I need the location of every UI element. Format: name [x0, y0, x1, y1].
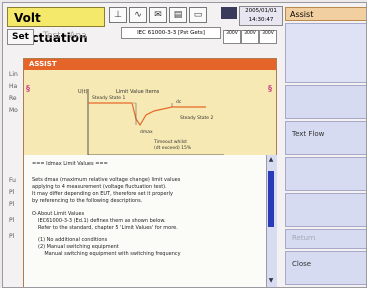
bg-label: Re	[9, 95, 17, 102]
bookmark-icon-right: §	[268, 84, 272, 93]
page-title: Volt fluctuation	[7, 7, 105, 45]
main-window: Volt fluctuation ⊥ ∿ ✉ ▤ ▭ 2005/01/01 14…	[2, 2, 367, 288]
datetime: 2005/01/01 14:30:47	[239, 6, 283, 26]
range-box-1: 300V	[223, 30, 241, 44]
steady1-label: Steady State 1	[92, 95, 125, 101]
side-panel-header: Assist	[285, 7, 366, 21]
range-box-3: 300V	[259, 30, 277, 44]
envelope-icon[interactable]: ✉	[149, 7, 167, 23]
return-button[interactable]: Return	[285, 229, 366, 249]
limit-values-diagram: U(t) Limit Value Items Steady State 1 dm…	[78, 89, 224, 156]
scrollbar-thumb[interactable]	[268, 171, 274, 227]
text-line: Sets dmax (maximum relative voltage chan…	[32, 177, 181, 183]
bg-label: Lin	[9, 71, 18, 78]
scroll-up-icon[interactable]: ▲	[267, 156, 275, 164]
text-line: IEC61000-3-3 (Ed.1) defines them as show…	[38, 218, 166, 224]
battery-icon	[221, 7, 237, 19]
text-flow-button[interactable]: Text Flow	[285, 121, 366, 155]
date-text: 2005/01/01	[245, 8, 277, 14]
text-line: applying to 4 measurement (voltage fluct…	[32, 184, 167, 190]
bg-label: Fu	[9, 177, 16, 184]
dmax-label: dmax	[140, 129, 153, 135]
close-button[interactable]: Close	[285, 251, 366, 285]
bg-label: Pl	[9, 233, 15, 240]
side-panel-blank	[285, 23, 366, 83]
assist-diagram-area: § § U(t) Limit Value Items Steady State …	[24, 70, 276, 156]
assist-dialog: ASSIST § § U(t) Limit Value Items Steady…	[23, 58, 277, 287]
side-button-3[interactable]	[285, 157, 366, 191]
chart-icon[interactable]: ▤	[169, 7, 187, 23]
bookmark-icon: §	[26, 84, 30, 93]
tab-test-analysis[interactable]: Test · Ana	[39, 29, 91, 43]
text-line: (2) Manual switching equipment	[38, 244, 119, 250]
text-line: O·About Limit Values	[32, 211, 85, 217]
bg-label: Mo	[9, 107, 18, 114]
text-line: === Idmax Limit Values ===	[32, 161, 108, 167]
bg-label: Pl	[9, 189, 15, 196]
bg-label: Pl	[9, 201, 15, 208]
range-box-2: 300V	[241, 30, 259, 44]
timeout-label-2: (dt exceed) 15%	[154, 145, 192, 151]
tab-set[interactable]: Set	[7, 29, 34, 45]
side-button-1[interactable]	[285, 85, 366, 119]
bg-label: Pl	[9, 217, 15, 224]
diagram-caption: Limit Value Items	[116, 89, 160, 95]
text-line: (1) No additional conditions	[38, 237, 108, 243]
text-line: Manual switching equipment with switchin…	[38, 251, 181, 257]
timeout-label: Timeout whilst	[153, 139, 187, 145]
dc-label: dc	[176, 99, 182, 105]
time-text: 14:30:47	[248, 17, 274, 23]
voltage-curve	[88, 102, 206, 127]
assist-title-bar: ASSIST	[24, 59, 276, 70]
diagram-y-label: U(t)	[78, 89, 88, 95]
side-button-4[interactable]	[285, 193, 366, 227]
text-line: Refer to the standard, chapter 5 'Limit …	[38, 225, 178, 231]
text-line: by referencing to the following descript…	[32, 198, 143, 204]
steady2-label: Steady State 2	[180, 115, 213, 121]
scroll-down-icon[interactable]: ▼	[267, 277, 275, 285]
bg-label: Ha	[9, 83, 18, 90]
assist-text-area: === Idmax Limit Values === Sets dmax (ma…	[24, 155, 266, 287]
standard-indicator: IEC 61000-3-3 [Pst Gets]	[121, 27, 221, 39]
wiring-icon[interactable]: ⊥	[109, 7, 127, 23]
waveform-icon[interactable]: ∿	[129, 7, 147, 23]
text-line: It may differ depending on EUT, therefor…	[32, 191, 173, 197]
memory-card-icon[interactable]: ▭	[189, 7, 207, 23]
